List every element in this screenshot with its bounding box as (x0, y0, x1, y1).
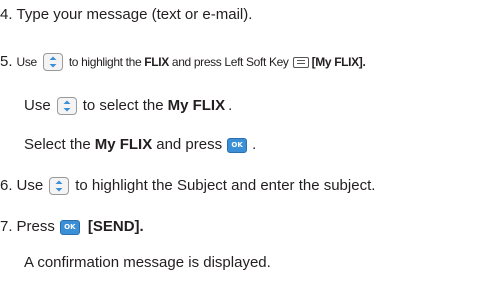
period: . (228, 97, 233, 114)
step-number: 5. (0, 53, 13, 70)
step-text: Type your message (text or e-mail). (16, 6, 253, 23)
step-text-select-the: Select the (24, 136, 91, 153)
step-text-and-press: and press (156, 136, 223, 153)
left-soft-key-icon (292, 56, 309, 68)
step-text: to highlight the Subject and enter the s… (75, 177, 376, 194)
send-label: [SEND]. (87, 218, 144, 235)
step-text-select: to select the (82, 97, 164, 114)
my-flix-label: My FLIX (167, 97, 226, 114)
step-7-substep: A confirmation message is displayed. (24, 253, 271, 273)
step-text-press: Press (16, 218, 55, 235)
step-5-substep-select: Use to select the My FLIX . (24, 96, 232, 116)
flix-label: FLIX (144, 55, 169, 69)
step-number: 7. (0, 218, 13, 235)
step-number: 4. (0, 6, 13, 23)
ok-key-icon: OK (227, 137, 248, 153)
step-text-use: Use (16, 177, 44, 194)
step-5: 5. Use to highlight the FLIX and press L… (0, 52, 366, 72)
step-5-substep-press: Select the My FLIX and press OK . (24, 135, 256, 155)
period: . (252, 136, 257, 153)
ok-key-icon: OK (59, 219, 80, 235)
step-text-use: Use (16, 55, 38, 69)
my-flix-key-label: [My FLIX]. (311, 55, 366, 69)
step-4: 4. Type your message (text or e-mail). (0, 5, 252, 25)
confirmation-text: A confirmation message is displayed. (24, 254, 271, 271)
navigation-key-icon (42, 53, 63, 71)
step-7: 7. Press OK [SEND]. (0, 217, 144, 237)
navigation-key-icon (49, 177, 70, 195)
my-flix-label: My FLIX (94, 136, 153, 153)
navigation-key-icon (56, 97, 77, 115)
step-text-use: Use (24, 97, 51, 114)
step-text-press: and press Left Soft Key (171, 55, 289, 69)
step-6: 6. Use to highlight the Subject and ente… (0, 176, 375, 196)
step-number: 6. (0, 177, 13, 194)
step-text-highlight: to highlight the (68, 55, 142, 69)
